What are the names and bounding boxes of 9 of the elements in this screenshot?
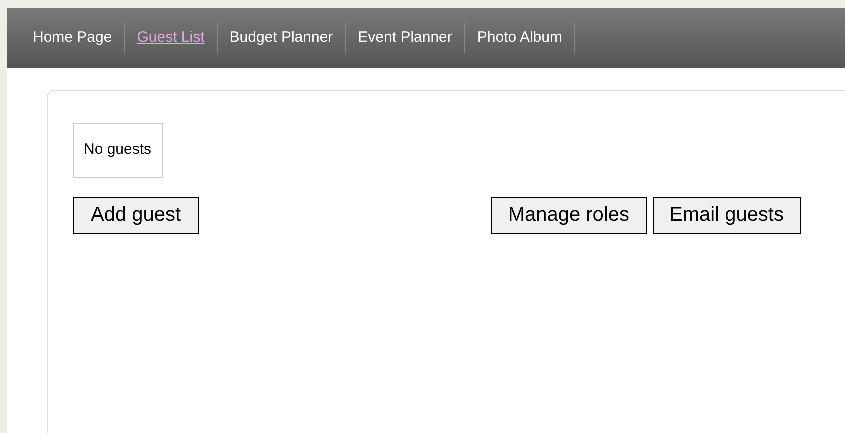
guest-status: No guests — [73, 123, 163, 178]
add-guest-button[interactable]: Add guest — [73, 196, 200, 234]
nav-link[interactable]: Budget Planner — [218, 26, 346, 50]
nav-link[interactable]: Photo Album — [465, 26, 574, 50]
nav-link[interactable]: Home Page — [21, 26, 124, 50]
action-button[interactable]: Email guests — [652, 196, 801, 234]
nav-link[interactable]: Guest List — [125, 26, 217, 50]
action-button[interactable]: Manage roles — [491, 196, 646, 234]
nav-link[interactable]: Event Planner — [346, 26, 464, 50]
